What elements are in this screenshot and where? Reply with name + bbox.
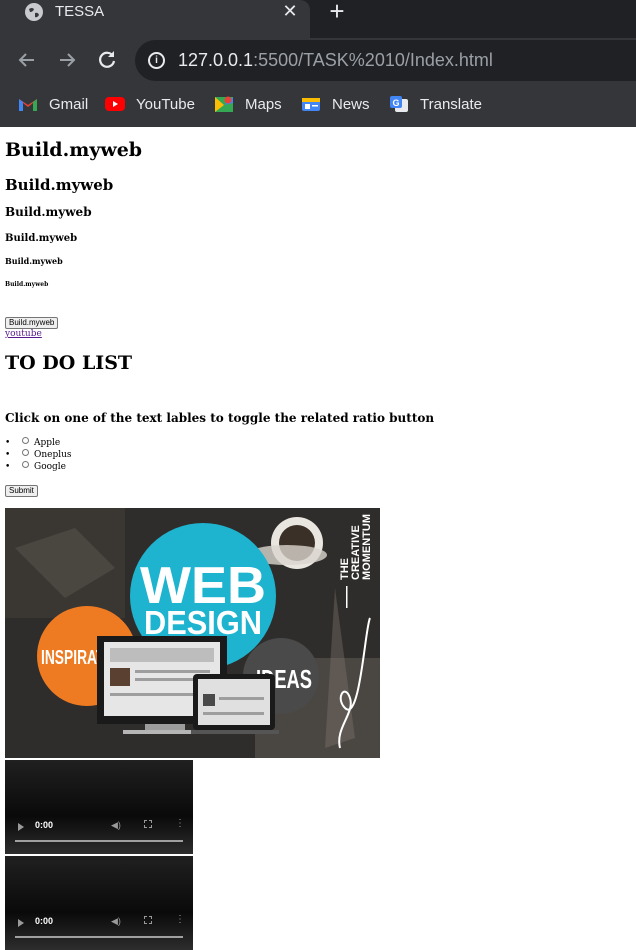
heading-h4: Build.myweb	[5, 233, 78, 244]
heading-h6: Build.myweb	[5, 281, 49, 288]
video-progress-bar[interactable]	[15, 840, 183, 842]
bookmark-label: Gmail	[49, 95, 89, 113]
play-icon[interactable]	[18, 823, 24, 831]
news-icon	[301, 95, 321, 113]
fullscreen-icon[interactable]	[144, 820, 152, 828]
svg-text:G: G	[392, 98, 399, 108]
video-time: 0:00	[35, 916, 54, 926]
bookmark-label: YouTube	[136, 95, 195, 113]
tab-strip: TESSA ✕ +	[0, 0, 636, 38]
heading-h3: Build.myweb	[5, 205, 92, 219]
play-icon[interactable]	[18, 919, 24, 927]
gmail-icon	[18, 95, 38, 113]
globe-icon	[25, 3, 43, 21]
bookmark-translate[interactable]: G Translate	[389, 93, 482, 115]
back-arrow-icon[interactable]	[15, 48, 39, 72]
bookmark-maps[interactable]: Maps	[214, 93, 282, 115]
youtube-icon	[105, 95, 125, 113]
more-options-icon[interactable]: ⋮	[175, 915, 185, 925]
video-time: 0:00	[35, 820, 54, 830]
bookmark-label: Translate	[420, 95, 482, 113]
option-item: Google	[5, 461, 72, 473]
submit-button[interactable]: Submit	[5, 485, 38, 497]
video-controls: 0:00 ◀) ⋮	[5, 814, 193, 854]
browser-tab[interactable]: TESSA ✕	[0, 0, 310, 38]
option-label[interactable]: Oneplus	[34, 450, 72, 460]
youtube-link[interactable]: youtube	[5, 329, 42, 339]
video-controls: 0:00 ◀) ⋮	[5, 910, 193, 950]
bookmark-label: News	[332, 95, 370, 113]
bookmark-news[interactable]: News	[301, 93, 370, 115]
heading-h2: Build.myweb	[5, 176, 114, 194]
url-text: 127.0.0.1:5500/TASK%2010/Index.html	[178, 50, 493, 70]
bookmark-label: Maps	[245, 95, 282, 113]
banner-design-text: DESIGN	[144, 604, 262, 641]
brand-line-3: MOMENTUM	[361, 514, 373, 580]
option-item: Apple	[5, 437, 72, 449]
todo-title: TO DO LIST	[5, 352, 133, 374]
info-icon[interactable]: i	[148, 52, 165, 69]
translate-icon: G	[389, 95, 409, 113]
more-options-icon[interactable]: ⋮	[175, 819, 185, 829]
toolbar: i 127.0.0.1:5500/TASK%2010/Index.html	[0, 38, 636, 83]
option-label[interactable]: Google	[34, 462, 66, 472]
volume-icon[interactable]: ◀)	[111, 820, 121, 831]
bookmark-youtube[interactable]: YouTube	[105, 93, 195, 115]
option-item: Oneplus	[5, 449, 72, 461]
forward-arrow-icon[interactable]	[55, 48, 79, 72]
web-design-banner-image: WEB DESIGN INSPIRATION IDEAS THE CREATIV	[5, 508, 380, 758]
page-content: Build.myweb Build.myweb Build.myweb Buil…	[0, 127, 636, 950]
video-player[interactable]: 0:00 ◀) ⋮	[5, 856, 193, 950]
option-label[interactable]: Apple	[34, 438, 60, 448]
reload-icon[interactable]	[95, 48, 119, 72]
tab-title: TESSA	[55, 3, 105, 20]
volume-icon[interactable]: ◀)	[111, 916, 121, 927]
video-progress-bar[interactable]	[15, 936, 183, 938]
browser-chrome: TESSA ✕ + i 127.0.0.1:5500/TASK%2010/Ind…	[0, 0, 636, 127]
bookmarks-bar: Gmail YouTube Maps News G Translate	[0, 83, 636, 127]
radio-button-apple[interactable]	[22, 437, 29, 444]
maps-icon	[214, 95, 234, 113]
close-icon[interactable]: ✕	[281, 1, 299, 21]
fullscreen-icon[interactable]	[144, 916, 152, 924]
radio-button-google[interactable]	[22, 461, 29, 468]
radio-button-oneplus[interactable]	[22, 449, 29, 456]
video-player[interactable]: 0:00 ◀) ⋮	[5, 760, 193, 854]
new-tab-icon[interactable]: +	[325, 0, 349, 24]
heading-h1: Build.myweb	[5, 139, 143, 161]
option-list: Apple Oneplus Google	[5, 437, 72, 473]
heading-h5: Build.myweb	[5, 256, 63, 266]
bookmark-gmail[interactable]: Gmail	[18, 93, 88, 115]
instruction-text: Click on one of the text lables to toggl…	[5, 411, 435, 425]
build-myweb-button[interactable]: Build.myweb	[5, 317, 59, 329]
address-bar[interactable]: i 127.0.0.1:5500/TASK%2010/Index.html	[135, 40, 636, 81]
